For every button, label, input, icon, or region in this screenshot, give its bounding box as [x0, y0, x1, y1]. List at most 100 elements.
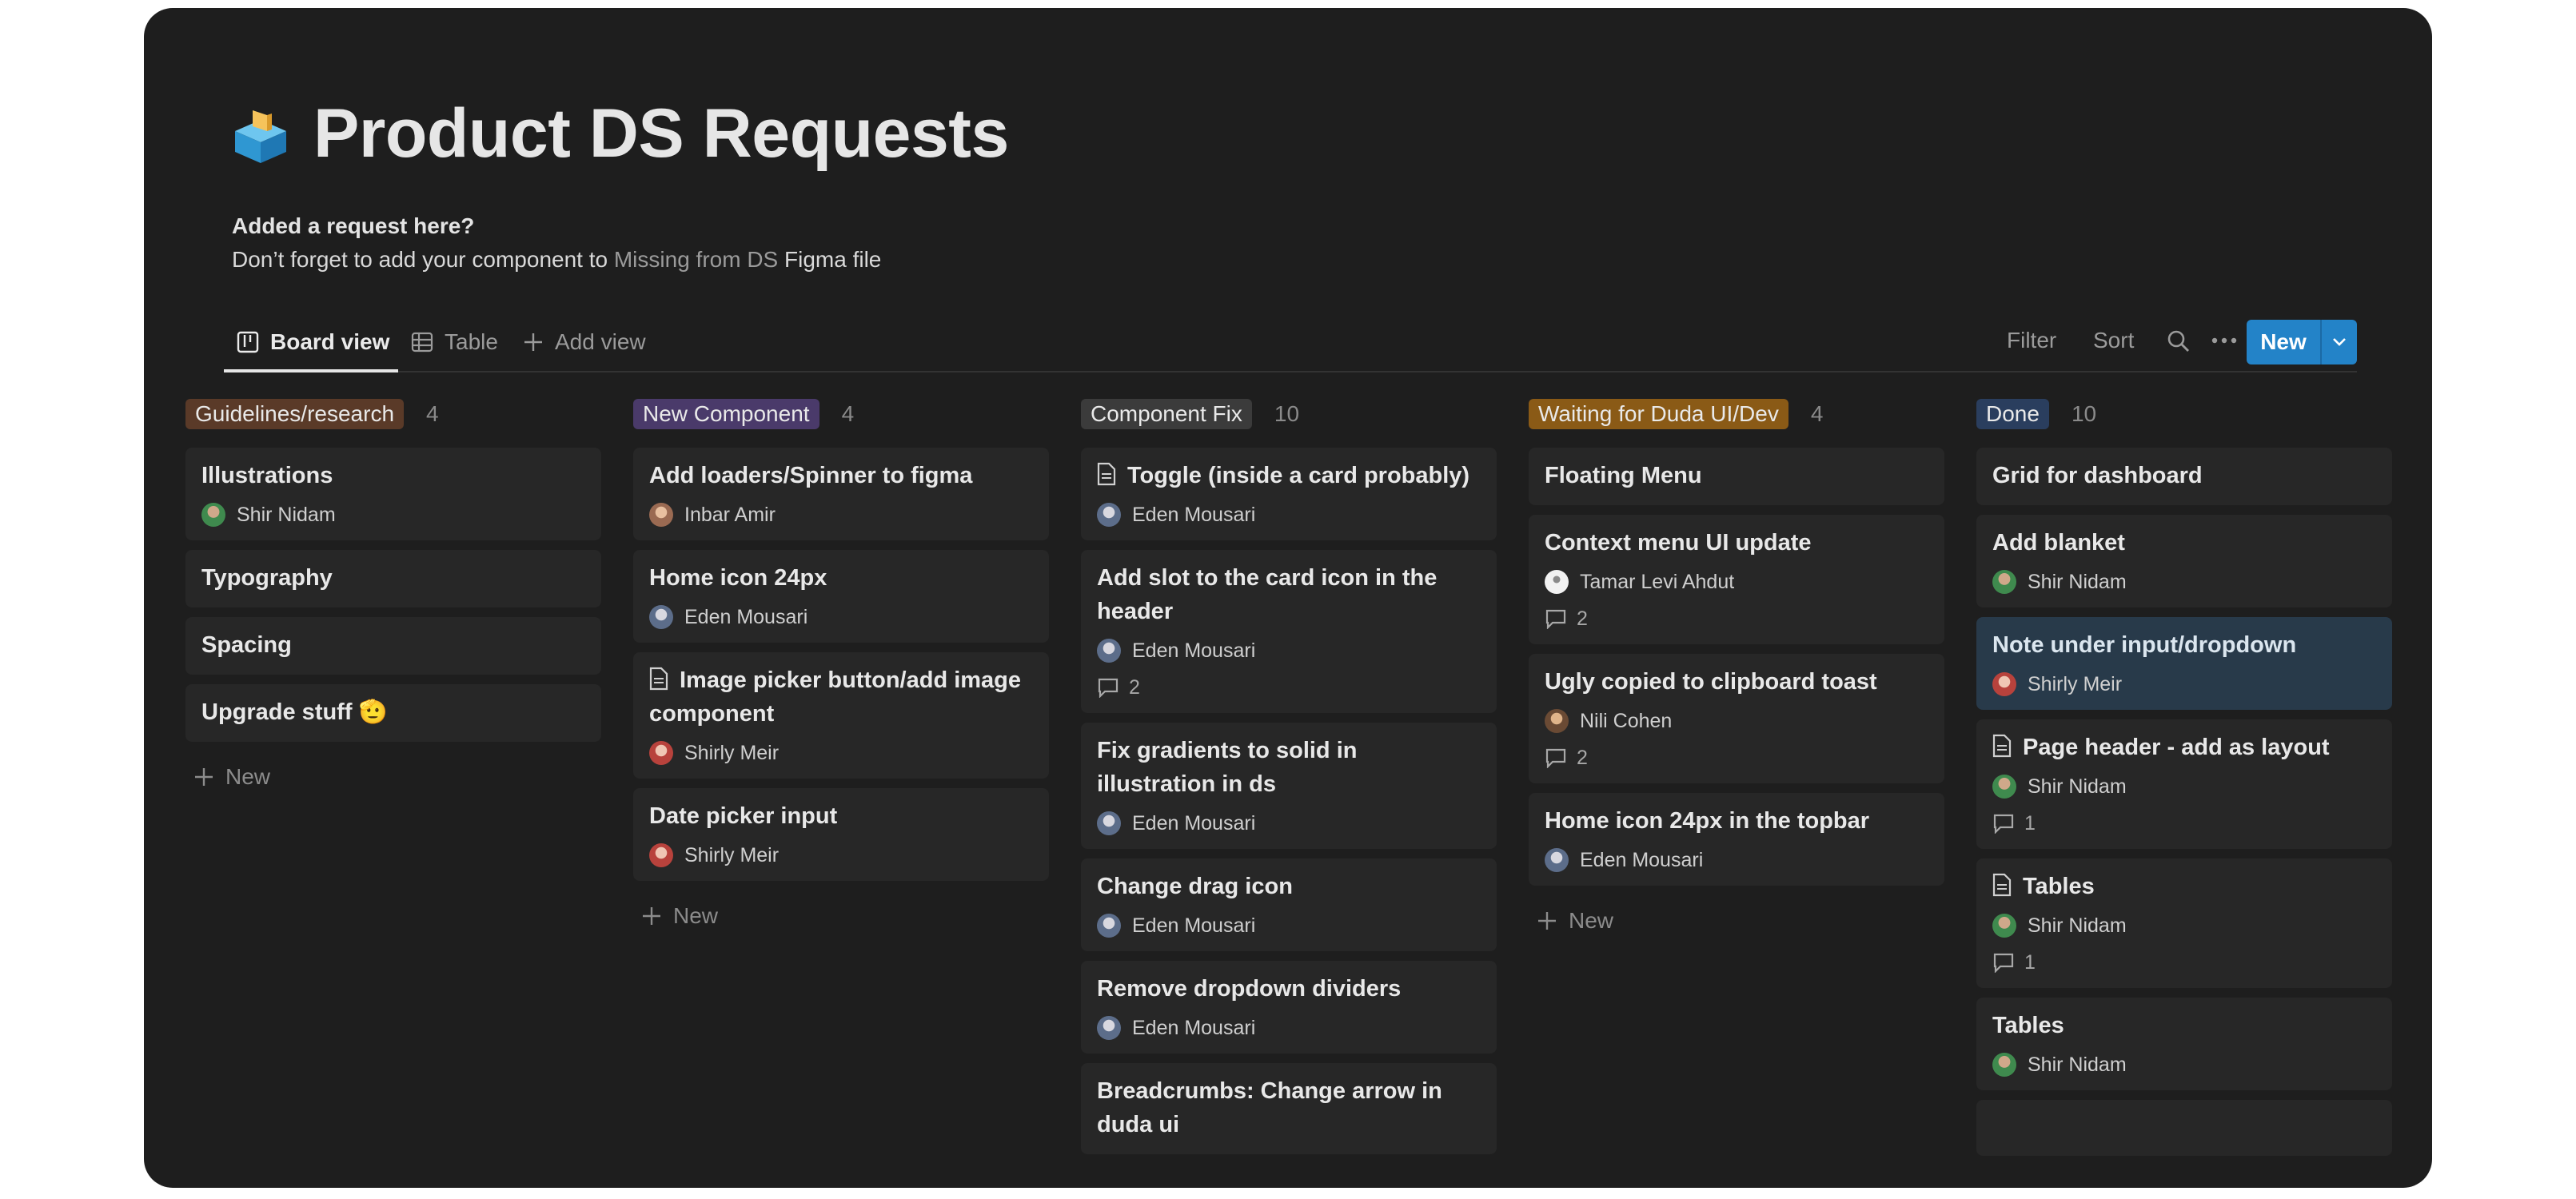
board-card-selected[interactable]: Note under input/dropdown Shirly Meir	[1976, 617, 2392, 710]
avatar	[1545, 570, 1569, 594]
add-new-card-button[interactable]: New	[1529, 902, 1944, 940]
tab-label: Add view	[555, 329, 646, 354]
sort-button[interactable]: Sort	[2093, 328, 2134, 353]
board-column-component-fix: Component Fix 10 Toggle (inside a card p…	[1081, 390, 1497, 1154]
card-assignee: Eden Mousari	[1545, 847, 1928, 873]
column-header[interactable]: Done 10	[1976, 390, 2392, 438]
board-card[interactable]: Context menu UI update Tamar Levi Ahdut …	[1529, 515, 1944, 644]
description-line-1: Added a request here?	[232, 213, 475, 238]
board-card[interactable]: Fix gradients to solid in illustration i…	[1081, 723, 1497, 849]
avatar	[201, 503, 225, 527]
board-card[interactable]: Home icon 24px Eden Mousari	[633, 550, 1049, 643]
page-title[interactable]: Product DS Requests	[313, 94, 1009, 173]
comment-count: 2	[1577, 607, 1588, 630]
new-button[interactable]: New	[2247, 320, 2357, 364]
board-card[interactable]: Illustrations Shir Nidam	[185, 448, 601, 540]
assignee-name: Shir Nidam	[237, 503, 336, 526]
assignee-name: Eden Mousari	[1132, 639, 1256, 662]
card-title: Toggle (inside a card probably)	[1097, 459, 1481, 492]
board-card[interactable]: Remove dropdown dividers Eden Mousari	[1081, 961, 1497, 1054]
card-title: Spacing	[201, 632, 292, 658]
view-tabs-bar: Board view Table Add view Filter Sort Ne…	[224, 312, 2357, 372]
document-icon	[1097, 462, 1116, 486]
description-suffix: Figma file	[778, 247, 882, 272]
filter-button[interactable]: Filter	[2007, 328, 2056, 353]
avatar	[1097, 503, 1121, 527]
add-view-button[interactable]: Add view	[523, 320, 646, 364]
board-card[interactable]: Breadcrumbs: Change arrow in duda ui	[1081, 1063, 1497, 1154]
comment-icon	[1098, 678, 1119, 698]
card-assignee: Shir Nidam	[1992, 774, 2376, 799]
card-assignee: Nili Cohen	[1545, 708, 1928, 734]
avatar	[1545, 848, 1569, 872]
comment-icon	[1545, 748, 1566, 768]
avatar	[1097, 914, 1121, 938]
card-title: Page header - add as layout	[1992, 731, 2376, 764]
document-icon	[1992, 734, 2012, 758]
column-header[interactable]: Guidelines/research 4	[185, 390, 601, 438]
board-card[interactable]: Upgrade stuff 🫡	[185, 684, 601, 742]
board-card[interactable]: Toggle (inside a card probably) Eden Mou…	[1081, 448, 1497, 540]
add-new-card-button[interactable]: New	[185, 758, 601, 796]
board-card[interactable]: Image picker button/add image component …	[633, 652, 1049, 779]
new-dropdown-toggle[interactable]	[2322, 320, 2357, 364]
card-title: Add loaders/Spinner to figma	[649, 463, 973, 488]
avatar	[1097, 639, 1121, 663]
board-card[interactable]: Spacing	[185, 617, 601, 675]
more-options-icon[interactable]	[2211, 336, 2237, 345]
board-card[interactable]: Add slot to the card icon in the header …	[1081, 550, 1497, 713]
assignee-name: Eden Mousari	[1132, 503, 1256, 526]
missing-from-ds-link[interactable]: Missing from DS	[614, 247, 778, 272]
board-card[interactable]: Change drag icon Eden Mousari	[1081, 858, 1497, 951]
comment-count: 2	[1577, 746, 1588, 769]
tab-table[interactable]: Table	[411, 320, 498, 364]
column-count: 10	[2071, 401, 2097, 426]
avatar	[1545, 709, 1569, 733]
board-card[interactable]	[1976, 1100, 2392, 1156]
board-card[interactable]: Home icon 24px in the topbar Eden Mousar…	[1529, 793, 1944, 886]
avatar	[649, 741, 673, 765]
board-icon	[237, 331, 259, 353]
column-header[interactable]: Waiting for Duda UI/Dev 4	[1529, 390, 1944, 438]
board-card[interactable]: Ugly copied to clipboard toast Nili Cohe…	[1529, 654, 1944, 783]
card-assignee: Shir Nidam	[1992, 913, 2376, 938]
board-card[interactable]: Grid for dashboard	[1976, 448, 2392, 505]
card-assignee: Shir Nidam	[201, 502, 585, 528]
card-comments: 1	[1992, 811, 2376, 836]
comment-count: 2	[1129, 675, 1140, 699]
card-title: Note under input/dropdown	[1992, 632, 2297, 658]
avatar	[649, 605, 673, 629]
active-tab-indicator	[224, 369, 398, 372]
card-assignee: Shir Nidam	[1992, 1052, 2376, 1078]
search-icon[interactable]	[2167, 329, 2191, 353]
plus-icon	[1538, 912, 1556, 930]
add-new-card-button[interactable]: New	[633, 897, 1049, 935]
column-header[interactable]: Component Fix 10	[1081, 390, 1497, 438]
page-description: Added a request here? Don’t forget to ad…	[232, 209, 881, 277]
ballot-box-icon[interactable]	[230, 104, 291, 165]
assignee-name: Eden Mousari	[1132, 811, 1256, 835]
card-title: Fix gradients to solid in illustration i…	[1097, 738, 1358, 797]
column-count: 4	[841, 401, 855, 426]
assignee-name: Shir Nidam	[2028, 1053, 2127, 1076]
plus-icon	[524, 333, 542, 351]
board-card[interactable]: Add blanket Shir Nidam	[1976, 515, 2392, 607]
new-button-label: New	[2260, 329, 2307, 354]
card-title: Tables	[1992, 1013, 2064, 1038]
column-header[interactable]: New Component 4	[633, 390, 1049, 438]
card-title: Add slot to the card icon in the header	[1097, 565, 1438, 624]
card-assignee: Eden Mousari	[649, 604, 1033, 630]
card-title: Add blanket	[1992, 530, 2125, 556]
avatar	[1992, 570, 2016, 594]
board-card[interactable]: Tables Shir Nidam	[1976, 998, 2392, 1090]
board-card[interactable]: Add loaders/Spinner to figma Inbar Amir	[633, 448, 1049, 540]
board-card[interactable]: Tables Shir Nidam 1	[1976, 858, 2392, 988]
comment-icon	[1993, 953, 2014, 973]
board-card[interactable]: Floating Menu	[1529, 448, 1944, 505]
avatar	[1992, 775, 2016, 799]
board-card[interactable]: Page header - add as layout Shir Nidam 1	[1976, 719, 2392, 849]
tab-board-view[interactable]: Board view	[237, 320, 389, 364]
document-icon	[649, 667, 668, 691]
board-card[interactable]: Typography	[185, 550, 601, 607]
board-card[interactable]: Date picker input Shirly Meir	[633, 788, 1049, 881]
